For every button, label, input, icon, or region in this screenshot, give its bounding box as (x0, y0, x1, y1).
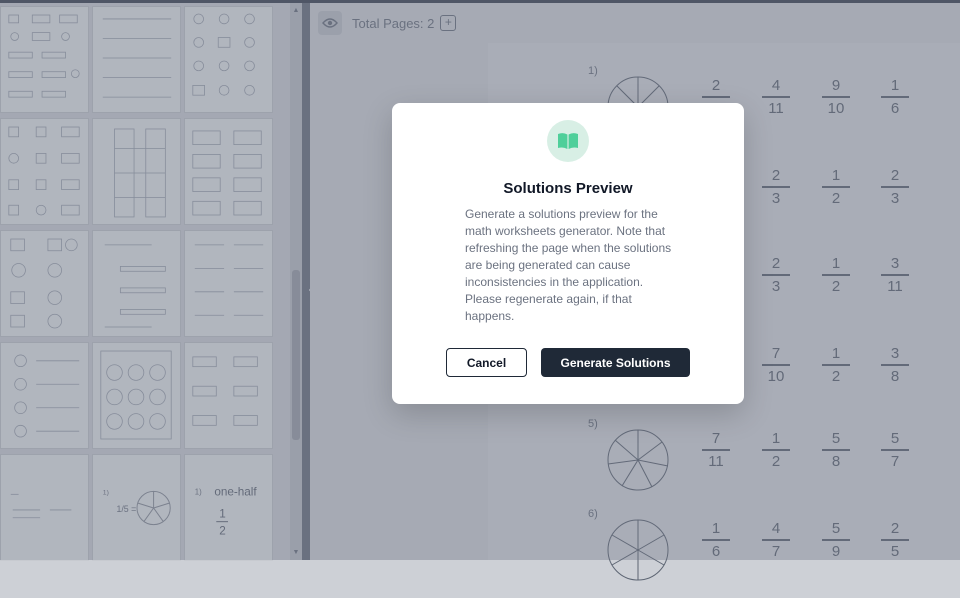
book-open-icon (558, 133, 578, 149)
solutions-preview-dialog: Solutions Preview Generate a solutions p… (392, 103, 744, 404)
dialog-title: Solutions Preview (503, 180, 633, 197)
generate-solutions-button[interactable]: Generate Solutions (541, 348, 690, 377)
cancel-button[interactable]: Cancel (446, 348, 527, 377)
dialog-description: Generate a solutions preview for the mat… (465, 207, 672, 323)
dialog-icon-circle (547, 120, 589, 162)
